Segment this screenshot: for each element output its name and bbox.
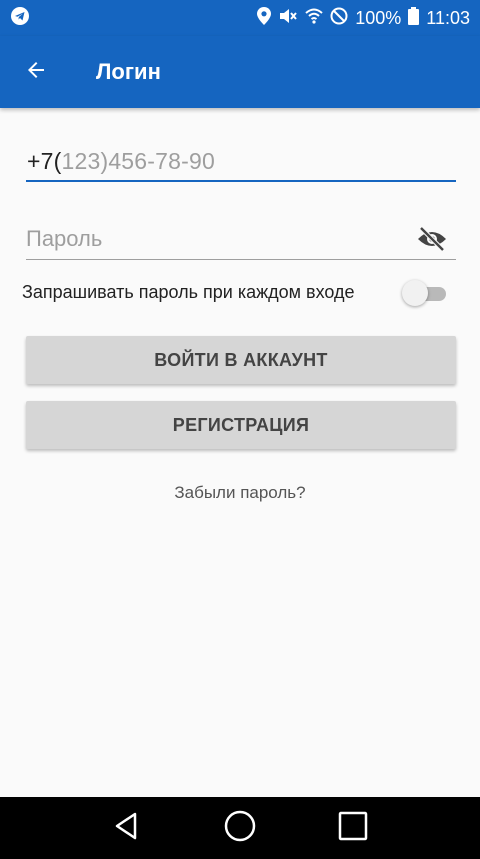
battery-icon xyxy=(408,6,420,30)
back-triangle-icon xyxy=(111,810,143,847)
register-button[interactable]: РЕГИСТРАЦИЯ xyxy=(26,401,456,449)
ask-password-switch[interactable] xyxy=(402,280,446,306)
nav-home-button[interactable] xyxy=(216,804,264,852)
switch-thumb xyxy=(402,280,428,306)
telegram-icon xyxy=(10,6,30,31)
ask-password-label: Запрашивать пароль при каждом входе xyxy=(22,282,355,302)
phone-value: +7(123)456-78-90 xyxy=(27,148,215,175)
ask-password-row: Запрашивать пароль при каждом входе xyxy=(22,278,452,306)
status-bar: 100% 11:03 xyxy=(0,0,480,36)
navigation-bar xyxy=(0,797,480,859)
battery-percent: 100% xyxy=(355,7,402,28)
password-input[interactable] xyxy=(26,222,406,256)
nav-recents-button[interactable] xyxy=(329,804,377,852)
forgot-password-link[interactable]: Забыли пароль? xyxy=(0,483,480,503)
back-button[interactable] xyxy=(0,36,72,108)
page-title: Логин xyxy=(96,59,161,84)
do-not-disturb-icon xyxy=(330,7,348,30)
recents-square-icon xyxy=(338,811,368,846)
home-circle-icon xyxy=(223,809,257,848)
app-bar: Логин xyxy=(0,36,480,108)
arrow-back-icon xyxy=(24,58,48,87)
phone-prefix: +7( xyxy=(27,148,62,174)
login-form: +7(123)456-78-90 Запрашивать пароль при … xyxy=(0,108,480,797)
mute-icon xyxy=(278,7,298,30)
location-icon xyxy=(257,6,272,30)
nav-back-button[interactable] xyxy=(103,804,151,852)
phone-hint: 123)456-78-90 xyxy=(61,148,215,174)
login-button[interactable]: ВОЙТИ В АККАУНТ xyxy=(26,336,456,384)
eye-off-icon xyxy=(416,226,448,256)
clock: 11:03 xyxy=(426,7,470,28)
phone-field[interactable]: +7(123)456-78-90 xyxy=(26,140,456,182)
wifi-icon xyxy=(305,7,323,30)
password-field xyxy=(26,216,456,260)
password-visibility-toggle[interactable] xyxy=(416,226,448,252)
